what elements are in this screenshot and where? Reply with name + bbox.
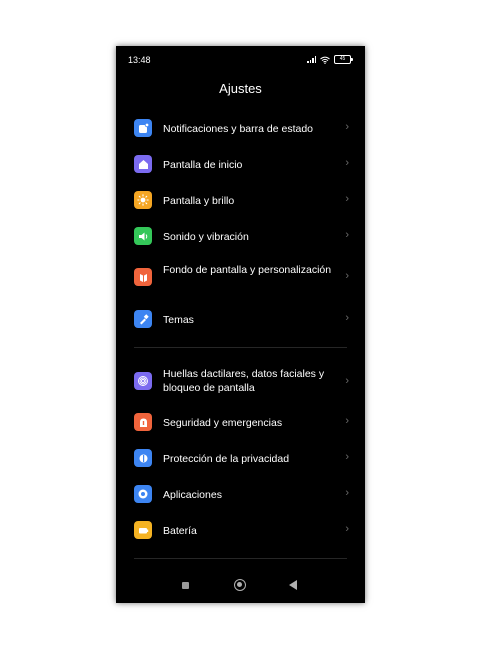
settings-item-themes[interactable]: Temas ›: [116, 302, 365, 336]
section-divider: [134, 558, 347, 559]
chevron-right-icon: ›: [345, 121, 349, 133]
speaker-icon: [134, 227, 152, 245]
chevron-right-icon: ›: [345, 487, 349, 499]
chevron-right-icon: ›: [345, 415, 349, 427]
signal-icon: [307, 56, 316, 63]
settings-item-apps[interactable]: Aplicaciones ›: [116, 477, 365, 511]
status-bar: 13:48 45: [116, 46, 365, 74]
brush-icon: [134, 310, 152, 328]
settings-item-label: Seguridad y emergencias: [163, 417, 283, 429]
battery-indicator: 45: [334, 55, 353, 64]
home-icon: [134, 155, 152, 173]
sun-icon: [134, 191, 152, 209]
chevron-right-icon: ›: [345, 523, 349, 535]
wallpaper-icon: [134, 268, 152, 286]
settings-item-label: Huellas dactilares, datos faciales y blo…: [163, 368, 325, 394]
settings-item-security[interactable]: Seguridad y emergencias ›: [116, 405, 365, 439]
battery-icon: [134, 521, 152, 539]
chevron-right-icon: ›: [345, 193, 349, 205]
chevron-right-icon: ›: [345, 270, 349, 282]
apps-gear-icon: [134, 485, 152, 503]
settings-item-sound[interactable]: Sonido y vibración ›: [116, 219, 365, 253]
recents-button[interactable]: [182, 582, 189, 589]
settings-item-battery[interactable]: Batería ›: [116, 513, 365, 547]
settings-item-label: Notificaciones y barra de estado: [163, 123, 313, 135]
phone-screen: 13:48 45 Ajustes Notificaciones y barra …: [116, 46, 365, 603]
privacy-icon: [134, 449, 152, 467]
status-time: 13:48: [128, 55, 151, 65]
emergency-icon: [134, 413, 152, 431]
settings-item-display[interactable]: Pantalla y brillo ›: [116, 183, 365, 217]
home-button[interactable]: [234, 579, 246, 591]
status-icons: 45: [307, 55, 353, 64]
fingerprint-icon: [134, 372, 152, 390]
chevron-right-icon: ›: [345, 312, 349, 324]
wifi-icon: [320, 56, 330, 64]
section-divider: [134, 347, 347, 348]
notification-icon: [134, 119, 152, 137]
settings-item-notifications[interactable]: Notificaciones y barra de estado ›: [116, 111, 365, 145]
settings-item-label: Sonido y vibración: [163, 231, 249, 243]
settings-item-fingerprint[interactable]: Huellas dactilares, datos faciales y blo…: [116, 360, 365, 404]
chevron-right-icon: ›: [345, 375, 349, 387]
settings-item-home-screen[interactable]: Pantalla de inicio ›: [116, 147, 365, 181]
back-button[interactable]: [289, 580, 297, 590]
navigation-bar: [116, 571, 365, 601]
settings-item-label: Batería: [163, 525, 197, 537]
settings-item-wallpaper[interactable]: Fondo de pantalla y personalización ›: [116, 255, 365, 299]
settings-item-label: Aplicaciones: [163, 489, 222, 501]
settings-item-label: Fondo de pantalla y personalización: [163, 264, 332, 276]
settings-item-label: Temas: [163, 314, 194, 326]
chevron-right-icon: ›: [345, 451, 349, 463]
page-title: Ajustes: [219, 81, 262, 96]
settings-item-label: Protección de la privacidad: [163, 453, 290, 465]
chevron-right-icon: ›: [345, 157, 349, 169]
chevron-right-icon: ›: [345, 229, 349, 241]
settings-item-label: Pantalla y brillo: [163, 195, 235, 207]
settings-item-privacy[interactable]: Protección de la privacidad ›: [116, 441, 365, 475]
settings-item-label: Pantalla de inicio: [163, 159, 243, 171]
